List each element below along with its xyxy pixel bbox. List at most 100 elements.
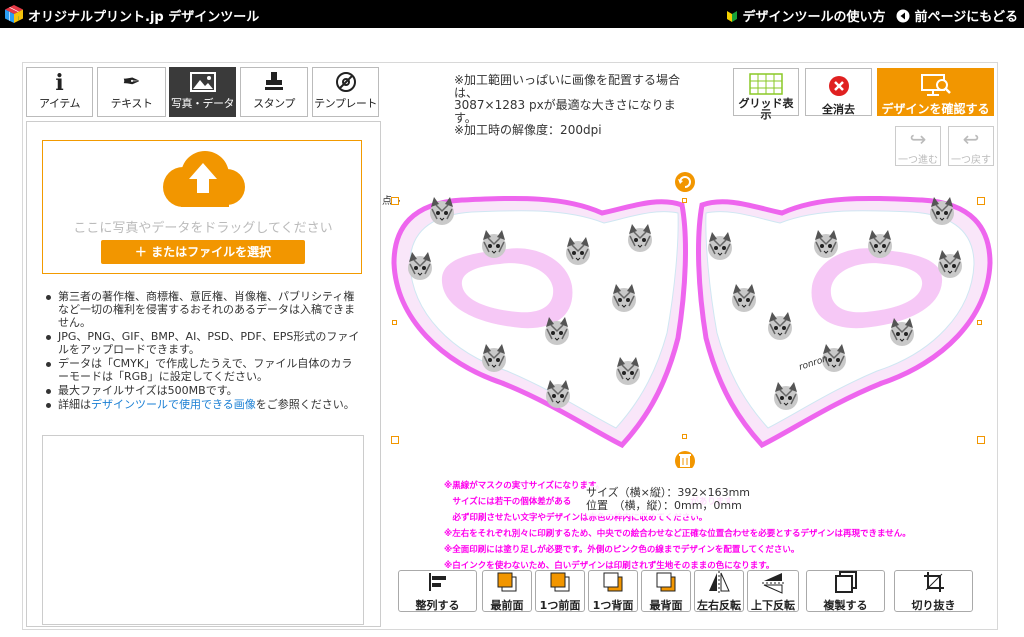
bring-forward-button[interactable]: 1つ前面 <box>535 570 585 612</box>
tab-template-label: テンプレート <box>314 97 377 110</box>
resize-handle-bottom[interactable] <box>682 434 687 439</box>
usable-images-link[interactable]: デザインツールで使用できる画像 <box>91 398 256 411</box>
uploaded-images-area[interactable] <box>42 435 364 625</box>
bring-forward-icon <box>536 571 584 597</box>
design-canvas[interactable]: ronron 点→ <box>382 168 1002 468</box>
note-formats: JPG、PNG、GIF、BMP、AI、PSD、PDF、EPS形式のファイルをアッ… <box>44 330 362 356</box>
align-icon <box>399 571 476 597</box>
undo-label: 一つ戻す <box>951 155 991 166</box>
print-area-info: ※加工範囲いっぱいに画像を配置する場合は、 3087×1283 pxが最適な大き… <box>454 74 684 137</box>
info-line-3: ※加工時の解像度：200dpi <box>454 123 602 137</box>
send-backward-icon <box>589 571 637 597</box>
flip-horizontal-icon <box>695 571 743 597</box>
crop-button[interactable]: 切り抜き <box>894 570 973 612</box>
note-color-mode: データは「CMYK」で作成したうえで、ファイル自体のカラーモードは「RGB」に設… <box>44 357 362 383</box>
resize-handle-left[interactable] <box>392 320 397 325</box>
confirm-design-label: デザインを確認する <box>881 102 990 116</box>
resize-handle-right[interactable] <box>977 320 982 325</box>
crop-icon <box>895 571 972 597</box>
confirm-design-button[interactable]: デザインを確認する <box>877 68 994 116</box>
flip-vertical-icon <box>748 571 798 597</box>
warning-line-4: ※左右をそれぞれ別々に印刷するため、中央での絵合わせなど正確な位置合わせを必要と… <box>444 529 911 539</box>
align-button[interactable]: 整列する <box>398 570 477 612</box>
undo-button[interactable]: ↩ 一つ戻す <box>948 126 994 166</box>
select-file-button[interactable]: ＋ またはファイルを選択 <box>101 240 305 264</box>
tab-stamp-label: スタンプ <box>253 97 295 110</box>
bring-to-front-button[interactable]: 最前面 <box>482 570 532 612</box>
cloud-upload-icon <box>163 151 245 207</box>
position-readout: 位置 （横，縦）：0mm，0mm <box>586 499 742 512</box>
tab-item-label: アイテム <box>39 97 80 110</box>
info-line-1: ※加工範囲いっぱいに画像を配置する場合は、 <box>454 73 681 100</box>
flip-vertical-label: 上下反転 <box>751 599 795 612</box>
tab-photo-data[interactable]: 写真・データ <box>169 67 236 117</box>
drop-hint-text: ここに写真やデータをドラッグしてください <box>73 221 333 236</box>
redo-arrow-icon: ↪ <box>909 127 927 151</box>
bring-forward-label: 1つ前面 <box>539 599 581 612</box>
resize-handle-tr[interactable] <box>977 197 985 205</box>
send-backward-label: 1つ背面 <box>592 599 634 612</box>
send-to-back-label: 最背面 <box>649 599 683 612</box>
cube-logo-icon <box>5 5 23 23</box>
stamp-icon <box>241 68 307 98</box>
tab-photo-data-label: 写真・データ <box>171 97 235 110</box>
clear-x-icon <box>828 76 849 96</box>
flip-vertical-button[interactable]: 上下反転 <box>747 570 799 612</box>
left-mask-shape[interactable] <box>391 195 688 449</box>
grid-toggle-label: グリッド表示 <box>738 97 794 121</box>
size-readout: サイズ（横×縦）：392×163mm <box>586 486 751 499</box>
note-details: 詳細はデザインツールで使用できる画像をご参照ください。 <box>44 398 362 411</box>
resize-handle-br[interactable] <box>977 436 985 444</box>
upload-notes: 第三者の著作権、商標権、意匠権、肖像権、パブリシティ権など一切の権利を侵害するお… <box>44 290 362 412</box>
note-details-pre: 詳細は <box>58 398 91 411</box>
send-to-back-icon <box>642 571 690 597</box>
pen-icon: ✒ <box>122 70 141 95</box>
app-title: オリジナルプリント.jp デザインツール <box>28 10 260 25</box>
warning-line-5: ※全面印刷には塗り足しが必要です。外側のピンク色の線までデザインを配置してくださ… <box>444 545 800 555</box>
send-to-back-button[interactable]: 最背面 <box>641 570 691 612</box>
info-icon: i <box>55 70 64 96</box>
bring-to-front-label: 最前面 <box>490 599 524 612</box>
right-mask-shape[interactable]: ronron <box>696 195 993 449</box>
tab-text-label: テキスト <box>110 97 153 110</box>
size-position-readout: サイズ（横×縦）：392×163mm 位置 （横，縦）：0mm，0mm <box>586 486 836 516</box>
redo-label: 一つ進む <box>898 155 938 166</box>
crop-label: 切り抜き <box>911 599 956 612</box>
duplicate-button[interactable]: 複製する <box>806 570 885 612</box>
resize-handle-top[interactable] <box>682 198 687 203</box>
duplicate-icon <box>807 571 884 597</box>
duplicate-label: 複製する <box>823 599 868 612</box>
tab-stamp[interactable]: スタンプ <box>240 67 308 117</box>
rotate-handle-icon[interactable] <box>675 172 695 192</box>
flip-horizontal-label: 左右反転 <box>697 599 741 612</box>
back-link-label: 前ページにもどる <box>914 10 1019 25</box>
align-label: 整列する <box>415 599 460 612</box>
template-icon <box>313 68 378 98</box>
undo-arrow-icon: ↩ <box>962 127 980 151</box>
note-copyright: 第三者の著作権、商標権、意匠権、肖像権、パブリシティ権など一切の権利を侵害するお… <box>44 290 362 329</box>
image-icon <box>170 68 235 98</box>
redo-button[interactable]: ↪ 一つ進む <box>895 126 941 166</box>
monitor-search-icon <box>920 74 951 96</box>
upload-drop-zone[interactable]: ここに写真やデータをドラッグしてください ＋ またはファイルを選択 <box>42 140 362 274</box>
tab-text[interactable]: ✒ テキスト <box>97 67 166 117</box>
back-link[interactable]: 前ページにもどる <box>896 6 1018 25</box>
note-details-post: をご参照ください。 <box>255 398 355 411</box>
grid-icon <box>749 73 783 95</box>
grid-toggle-button[interactable]: グリッド表示 <box>733 68 799 120</box>
help-link-label: デザインツールの使い方 <box>742 10 886 25</box>
back-circle-icon <box>896 9 910 23</box>
flip-horizontal-button[interactable]: 左右反転 <box>694 570 744 612</box>
note-max-size: 最大ファイルサイズは500MBです。 <box>44 384 362 397</box>
tab-item[interactable]: i アイテム <box>26 67 93 117</box>
clear-all-button[interactable]: 全消去 <box>805 68 872 116</box>
beginner-mark-icon <box>727 11 737 22</box>
send-backward-button[interactable]: 1つ背面 <box>588 570 638 612</box>
help-link[interactable]: デザインツールの使い方 <box>726 6 886 25</box>
resize-handle-bl[interactable] <box>391 436 399 444</box>
resize-handle-tl[interactable] <box>391 197 399 205</box>
bring-to-front-icon <box>483 571 531 597</box>
info-line-2: 3087×1283 pxが最適な大きさになります。 <box>454 98 676 125</box>
tab-template[interactable]: テンプレート <box>312 67 379 117</box>
app-header: オリジナルプリント.jp デザインツール デザインツールの使い方 前ページにもど… <box>0 0 1024 28</box>
